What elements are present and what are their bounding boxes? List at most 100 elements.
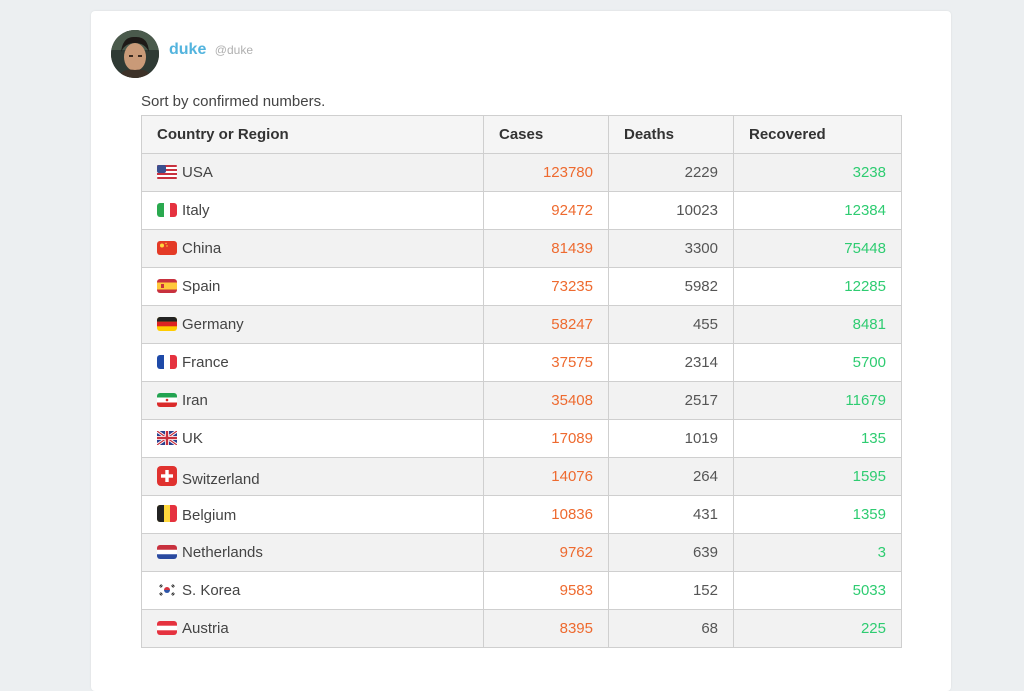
country-name: Spain (182, 278, 221, 295)
flag-italy-icon (157, 203, 177, 217)
country-cell: UK (141, 419, 484, 458)
table-row: Italy 92472 10023 12384 (141, 191, 902, 230)
table-row: China 81439 3300 75448 (141, 229, 902, 268)
recovered-cell: 5700 (733, 343, 902, 382)
country-name: France (182, 354, 229, 371)
deaths-cell: 2314 (608, 343, 734, 382)
country-name: S. Korea (182, 582, 241, 599)
flag-uk-icon (156, 429, 178, 447)
author-name[interactable]: duke (169, 41, 206, 58)
table-row: S. Korea 9583 152 5033 (141, 571, 902, 610)
table-row: Netherlands 9762 639 3 (141, 533, 902, 572)
table-header-row: Country or Region Cases Deaths Recovered (141, 115, 902, 154)
deaths-cell: 264 (608, 457, 734, 496)
post-card: duke @duke Sort by confirmed numbers. Co… (91, 11, 951, 691)
cases-cell: 73235 (483, 267, 609, 306)
country-name: Netherlands (182, 544, 263, 561)
deaths-cell: 1019 (608, 419, 734, 458)
table-row: Belgium 10836 431 1359 (141, 495, 902, 534)
country-name: Belgium (182, 507, 237, 524)
flag-iran-icon (157, 393, 177, 407)
country-cell: USA (141, 153, 484, 192)
table-row: UK 17089 1019 135 (141, 419, 902, 458)
deaths-cell: 2517 (608, 381, 734, 420)
country-name: USA (182, 164, 213, 181)
country-name: Austria (182, 620, 229, 637)
table-row: France 37575 2314 5700 (141, 343, 902, 382)
country-cell: Belgium (141, 495, 484, 534)
country-cell: Switzerland (141, 457, 484, 496)
deaths-cell: 2229 (608, 153, 734, 192)
recovered-cell: 3 (733, 533, 902, 572)
cases-cell: 8395 (483, 609, 609, 648)
cases-cell: 123780 (483, 153, 609, 192)
recovered-cell: 5033 (733, 571, 902, 610)
country-cell: Germany (141, 305, 484, 344)
recovered-cell: 1595 (733, 457, 902, 496)
flag-usa-icon (157, 165, 177, 179)
cases-cell: 9583 (483, 571, 609, 610)
cases-table: Country or Region Cases Deaths Recovered… (141, 115, 902, 648)
deaths-cell: 152 (608, 571, 734, 610)
deaths-cell: 431 (608, 495, 734, 534)
cases-cell: 10836 (483, 495, 609, 534)
cases-cell: 14076 (483, 457, 609, 496)
intro-text: Sort by confirmed numbers. (141, 93, 326, 110)
table-row: Spain 73235 5982 12285 (141, 267, 902, 306)
country-cell: China (141, 229, 484, 268)
recovered-cell: 75448 (733, 229, 902, 268)
avatar[interactable] (111, 30, 159, 78)
table-row: Switzerland 14076 264 1595 (141, 457, 902, 496)
country-cell: Netherlands (141, 533, 484, 572)
header-deaths[interactable]: Deaths (608, 115, 734, 154)
deaths-cell: 68 (608, 609, 734, 648)
recovered-cell: 135 (733, 419, 902, 458)
cases-cell: 17089 (483, 419, 609, 458)
country-name: China (182, 240, 222, 257)
deaths-cell: 3300 (608, 229, 734, 268)
deaths-cell: 639 (608, 533, 734, 572)
country-cell: Iran (141, 381, 484, 420)
header-cases[interactable]: Cases (483, 115, 609, 154)
country-name: Switzerland (182, 470, 260, 488)
country-cell: Austria (141, 609, 484, 648)
table-row: Austria 8395 68 225 (141, 609, 902, 648)
flag-netherlands-icon (157, 545, 177, 559)
country-name: Italy (182, 202, 210, 219)
flag-austria-icon (157, 621, 177, 635)
deaths-cell: 455 (608, 305, 734, 344)
country-cell: S. Korea (141, 571, 484, 610)
country-cell: Spain (141, 267, 484, 306)
cases-cell: 9762 (483, 533, 609, 572)
flag-switzerland-icon (157, 465, 177, 486)
table-row: USA 123780 2229 3238 (141, 153, 902, 192)
cases-cell: 37575 (483, 343, 609, 382)
flag-china-icon (157, 241, 177, 255)
country-cell: France (141, 343, 484, 382)
recovered-cell: 12285 (733, 267, 902, 306)
country-name: Iran (182, 392, 208, 409)
cases-cell: 35408 (483, 381, 609, 420)
cases-cell: 58247 (483, 305, 609, 344)
recovered-cell: 12384 (733, 191, 902, 230)
flag-spain-icon (157, 279, 177, 293)
cases-cell: 81439 (483, 229, 609, 268)
deaths-cell: 5982 (608, 267, 734, 306)
recovered-cell: 11679 (733, 381, 902, 420)
flag-belgium-icon (157, 505, 177, 522)
country-name: UK (182, 430, 203, 447)
author-handle: @duke (214, 43, 253, 57)
table-row: Iran 35408 2517 11679 (141, 381, 902, 420)
cases-cell: 92472 (483, 191, 609, 230)
table-row: Germany 58247 455 8481 (141, 305, 902, 344)
recovered-cell: 3238 (733, 153, 902, 192)
country-cell: Italy (141, 191, 484, 230)
country-name: Germany (182, 316, 244, 333)
deaths-cell: 10023 (608, 191, 734, 230)
author: duke @duke (169, 41, 253, 59)
header-country[interactable]: Country or Region (141, 115, 484, 154)
flag-france-icon (157, 355, 177, 369)
header-recovered[interactable]: Recovered (733, 115, 902, 154)
recovered-cell: 225 (733, 609, 902, 648)
recovered-cell: 1359 (733, 495, 902, 534)
